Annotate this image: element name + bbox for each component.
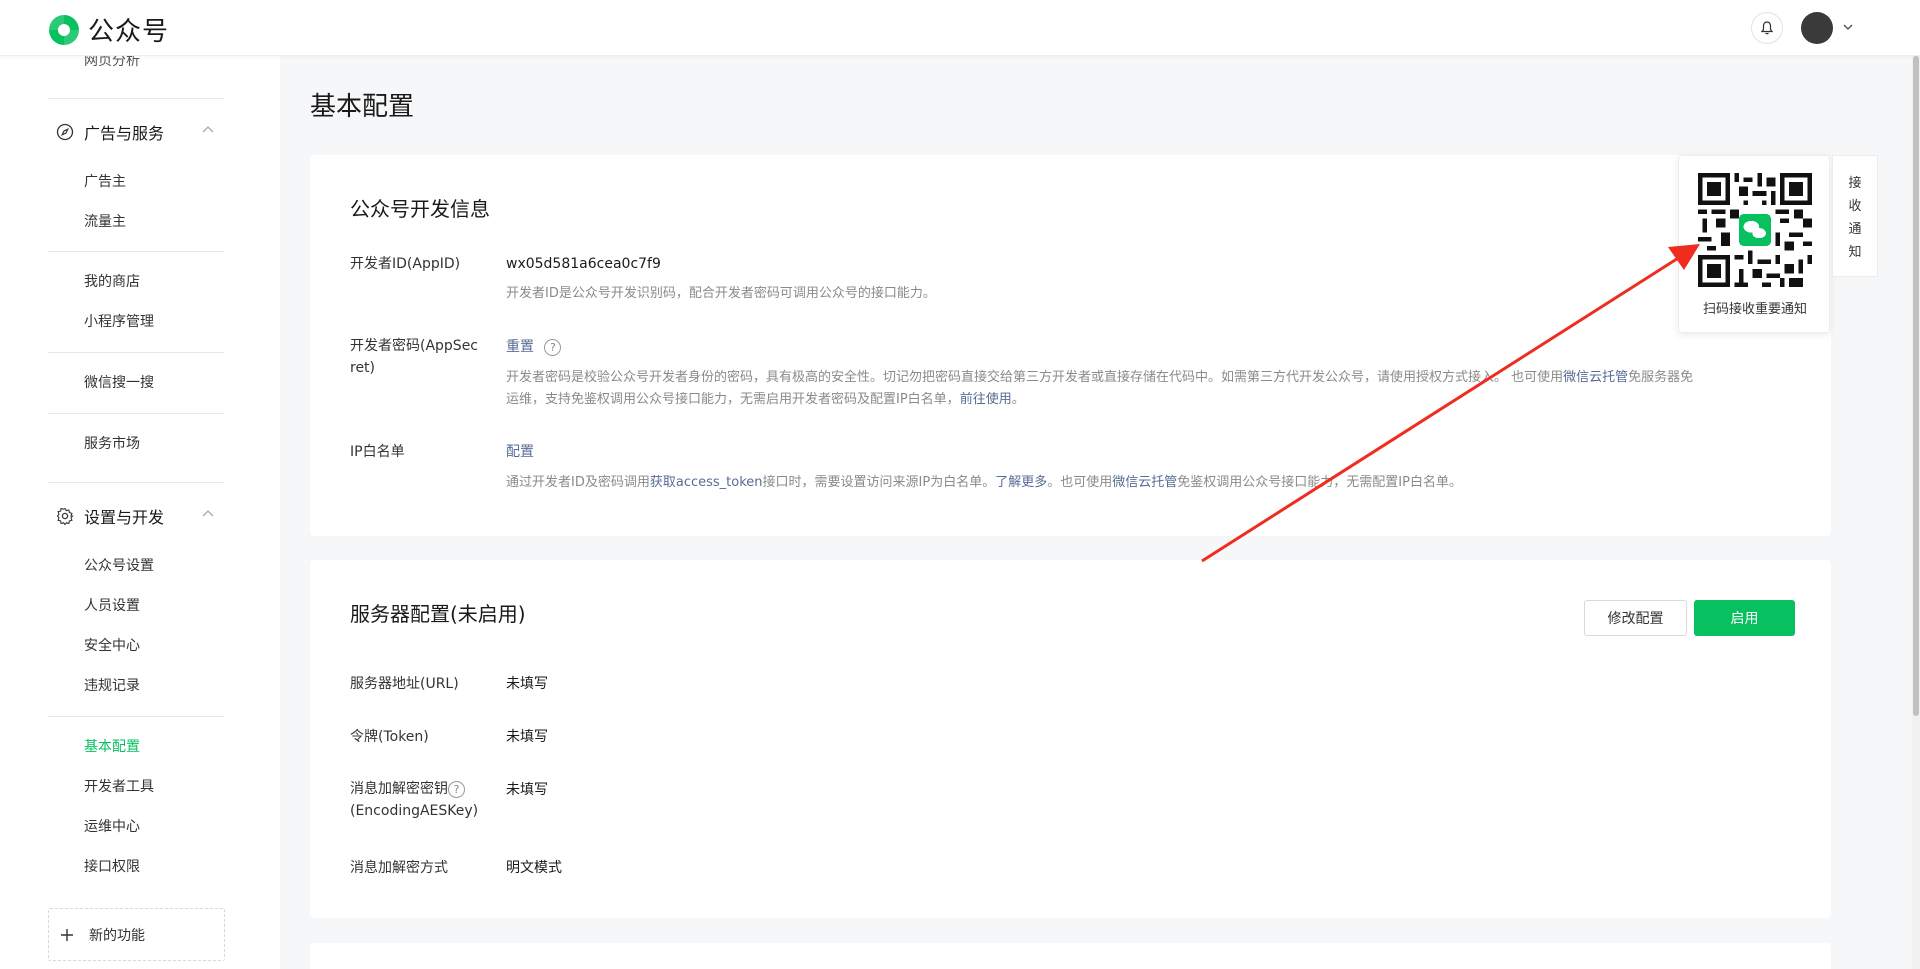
qr-caption: 扫码接收重要通知 [1702, 302, 1807, 317]
sidebar-item-my-shop[interactable]: 我的商店 [84, 272, 140, 292]
page-title: 基本配置 [310, 92, 415, 122]
chevron-down-icon[interactable] [1841, 20, 1855, 34]
appid-label: 开发者ID(AppID) [350, 256, 461, 272]
enable-button[interactable]: 启用 [1694, 600, 1795, 636]
desc-text: 免鉴权调用公众号接口能力，无需配置IP白名单。 [1177, 475, 1462, 490]
logo[interactable]: 公众号 [46, 11, 169, 48]
learn-more-link[interactable]: 了解更多 [995, 475, 1047, 490]
appsecret-actions: 重置 ? [506, 336, 562, 358]
divider [48, 98, 224, 99]
wechat-mp-logo-icon [49, 14, 79, 45]
desc-text: 免服务器免 [1628, 370, 1694, 385]
sidebar-item-security-center[interactable]: 安全中心 [84, 636, 140, 656]
divider [48, 352, 224, 353]
token-label: 令牌(Token) [350, 729, 429, 745]
divider [48, 413, 224, 414]
aes-key-label: 消息加解密密钥? (EncodingAESKey) [350, 778, 478, 822]
aes-key-label-line-2: (EncodingAESKey) [350, 803, 479, 819]
appsecret-label-line-2: ret) [350, 360, 376, 376]
notification-button[interactable] [1751, 12, 1783, 44]
desc-text: 运维，支持免鉴权调用公众号接口能力，无需启用开发者密码及配置IP白名单， [506, 392, 960, 407]
encrypt-mode-label: 消息加解密方式 [350, 860, 448, 876]
appid-description: 开发者ID是公众号开发识别码，配合开发者密码可调用公众号的接口能力。 [506, 286, 936, 301]
sidebar-item-wechat-search[interactable]: 微信搜一搜 [84, 373, 154, 393]
aes-key-value: 未填写 [506, 782, 548, 798]
divider [48, 482, 224, 483]
dev-info-card: 公众号开发信息 开发者ID(AppID) wx05d581a6cea0c7f9 … [310, 155, 1831, 536]
tab-char: 接 [1848, 176, 1862, 191]
sidebar-item-service-market[interactable]: 服务市场 [84, 434, 140, 454]
card-title: 公众号开发信息 [350, 197, 490, 221]
appsecret-label: 开发者密码(AppSec ret) [350, 335, 478, 379]
desc-text: 。 [1011, 392, 1025, 407]
app-name: 公众号 [88, 17, 170, 47]
ip-whitelist-label: IP白名单 [350, 444, 405, 460]
sidebar-item-publisher[interactable]: 流量主 [84, 212, 126, 232]
sidebar-group-ads[interactable]: 广告与服务 [56, 120, 164, 144]
qr-code-icon[interactable] [1698, 173, 1812, 287]
desc-text: 接口时，需要设置访问来源IP为白名单。 [762, 475, 996, 490]
divider [48, 716, 224, 717]
ip-config-link[interactable]: 配置 [506, 441, 534, 463]
server-url-value: 未填写 [506, 676, 548, 692]
help-icon[interactable]: ? [544, 338, 562, 356]
access-token-link[interactable]: 获取access_token [650, 475, 763, 490]
aes-key-label-line-1: 消息加解密密钥 [350, 781, 448, 797]
desc-text: 通过开发者ID及密码调用 [506, 475, 650, 490]
chevron-up-icon[interactable] [200, 122, 216, 138]
plus-icon [61, 928, 73, 941]
appsecret-label-line-1: 开发者密码(AppSec [350, 338, 479, 354]
sidebar-item-basic-config[interactable]: 基本配置 [84, 737, 140, 757]
help-icon[interactable]: ? [448, 780, 465, 798]
sidebar-item-miniprogram[interactable]: 小程序管理 [84, 312, 154, 332]
sidebar-item-violations[interactable]: 违规记录 [84, 676, 140, 696]
card-title: 服务器配置(未启用) [350, 602, 526, 626]
server-url-label: 服务器地址(URL) [350, 676, 459, 692]
encrypt-mode-value: 明文模式 [506, 860, 562, 876]
sidebar-item-dev-tools[interactable]: 开发者工具 [84, 777, 154, 797]
server-config-card: 服务器配置(未启用) 修改配置 启用 服务器地址(URL) 未填写 令牌(Tok… [310, 560, 1831, 918]
new-feature-button[interactable]: 新的功能 [48, 908, 225, 961]
next-card [310, 943, 1831, 969]
sidebar-item-ops-center[interactable]: 运维中心 [84, 817, 140, 837]
sidebar-item-account-settings[interactable]: 公众号设置 [84, 556, 154, 576]
appid-value: wx05d581a6cea0c7f9 [506, 256, 661, 272]
avatar[interactable] [1801, 12, 1833, 44]
sidebar-item-advertiser[interactable]: 广告主 [84, 172, 126, 192]
top-bar: 公众号 [0, 0, 1920, 56]
sidebar: 网页分析 广告与服务 广告主 流量主 我的商店 小程序管理 微信搜一搜 服务市场… [0, 53, 280, 969]
page-scrollbar[interactable] [1912, 56, 1920, 969]
edit-config-button[interactable]: 修改配置 [1584, 600, 1687, 636]
gear-icon [56, 507, 74, 525]
sidebar-item-api-permissions[interactable]: 接口权限 [84, 857, 140, 877]
compass-icon [56, 123, 74, 141]
tab-char: 收 [1848, 199, 1862, 214]
ip-description: 通过开发者ID及密码调用获取access_token接口时，需要设置访问来源IP… [506, 472, 1462, 494]
cloud-hosting-link[interactable]: 微信云托管 [1563, 370, 1628, 385]
sidebar-item-member-settings[interactable]: 人员设置 [84, 596, 140, 616]
appsecret-description: 开发者密码是校验公众号开发者身份的密码，具有极高的安全性。切记勿把密码直接交给第… [506, 367, 1796, 411]
token-value: 未填写 [506, 729, 548, 745]
chevron-up-icon[interactable] [200, 506, 216, 522]
qr-popup: 扫码接收重要通知 [1678, 155, 1830, 333]
scrollbar-thumb[interactable] [1913, 56, 1919, 716]
sidebar-group-settings[interactable]: 设置与开发 [56, 504, 164, 528]
bell-icon [1760, 21, 1774, 35]
receive-notice-tab[interactable]: 接 收 通 知 [1832, 155, 1878, 277]
sidebar-group-label: 广告与服务 [84, 124, 165, 143]
sidebar-group-label: 设置与开发 [84, 508, 165, 527]
cloud-hosting-link[interactable]: 微信云托管 [1112, 475, 1177, 490]
tab-char: 通 [1848, 222, 1862, 237]
tab-char: 知 [1848, 245, 1862, 260]
new-feature-label: 新的功能 [89, 927, 145, 944]
reset-secret-link[interactable]: 重置 [506, 339, 534, 355]
divider [48, 251, 224, 252]
go-use-link[interactable]: 前往使用 [960, 392, 1012, 407]
desc-text: 。也可使用 [1047, 475, 1113, 490]
desc-text: 开发者密码是校验公众号开发者身份的密码，具有极高的安全性。切记勿把密码直接交给第… [506, 370, 1564, 385]
